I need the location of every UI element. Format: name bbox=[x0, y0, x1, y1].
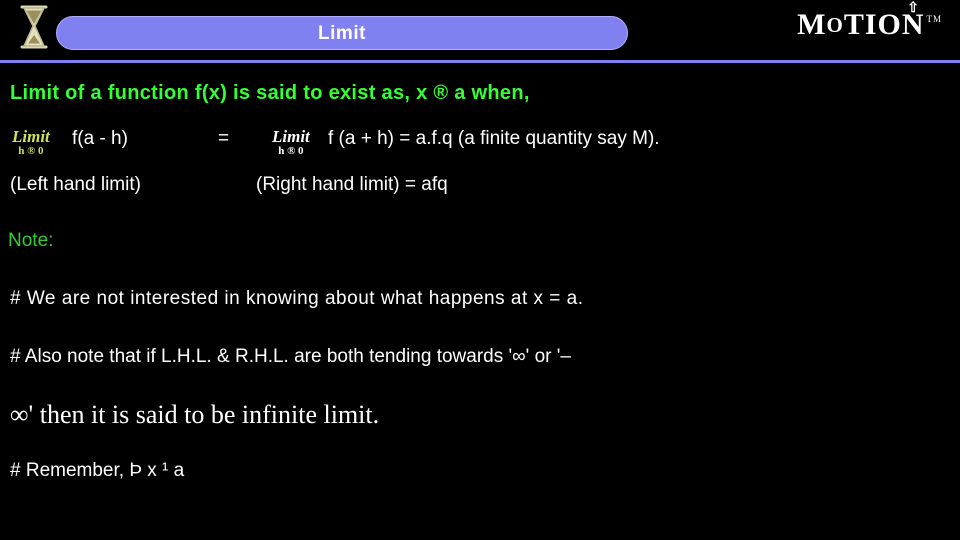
equation-row: Limit h ® 0 f(a - h) = Limit h ® 0 f (a … bbox=[10, 120, 950, 160]
lhs-limit-operator: Limit h ® 0 bbox=[12, 128, 50, 157]
bullet-item-3: ∞' then it is said to be infinite limit. bbox=[10, 400, 380, 429]
bullet-item-1: # We are not interested in knowing about… bbox=[10, 288, 584, 309]
header-divider bbox=[0, 60, 960, 63]
lhs-limit-word: Limit bbox=[12, 127, 50, 146]
right-hand-limit-label: (Right hand limit) = afq bbox=[256, 174, 448, 195]
lhs-function: f(a - h) bbox=[72, 128, 128, 149]
rhs-limit-word: Limit bbox=[272, 127, 310, 146]
statement-line: Limit of a function f(x) is said to exis… bbox=[10, 82, 530, 104]
lhs-limit-subscript: h ® 0 bbox=[18, 145, 44, 157]
trademark-mark: TM bbox=[926, 14, 942, 24]
brand-m: M bbox=[797, 8, 827, 41]
note-label: Note: bbox=[8, 230, 54, 251]
left-hand-limit-label: (Left hand limit) bbox=[10, 174, 141, 195]
rhs-limit-operator: Limit h ® 0 bbox=[272, 128, 310, 157]
up-arrow-icon: ⇧ bbox=[907, 1, 920, 16]
bullet-item-4: # Remember, Þ x ¹ a bbox=[10, 460, 185, 481]
brand-logo: ⇧ MOTION TM bbox=[797, 1, 942, 42]
slide-title-pill: Limit bbox=[56, 16, 628, 50]
bullet-item-2: # Also note that if L.H.L. & R.H.L. are … bbox=[10, 346, 571, 367]
page-title: Limit bbox=[318, 23, 366, 44]
rhs-function: f (a + h) = a.f.q (a finite quantity say… bbox=[328, 128, 660, 149]
hourglass-icon bbox=[12, 4, 56, 52]
rhs-limit-subscript: h ® 0 bbox=[278, 145, 304, 157]
brand-o: O bbox=[826, 13, 844, 37]
slide-header: Limit ⇧ MOTION TM bbox=[0, 0, 960, 63]
equals-sign: = bbox=[218, 128, 230, 149]
